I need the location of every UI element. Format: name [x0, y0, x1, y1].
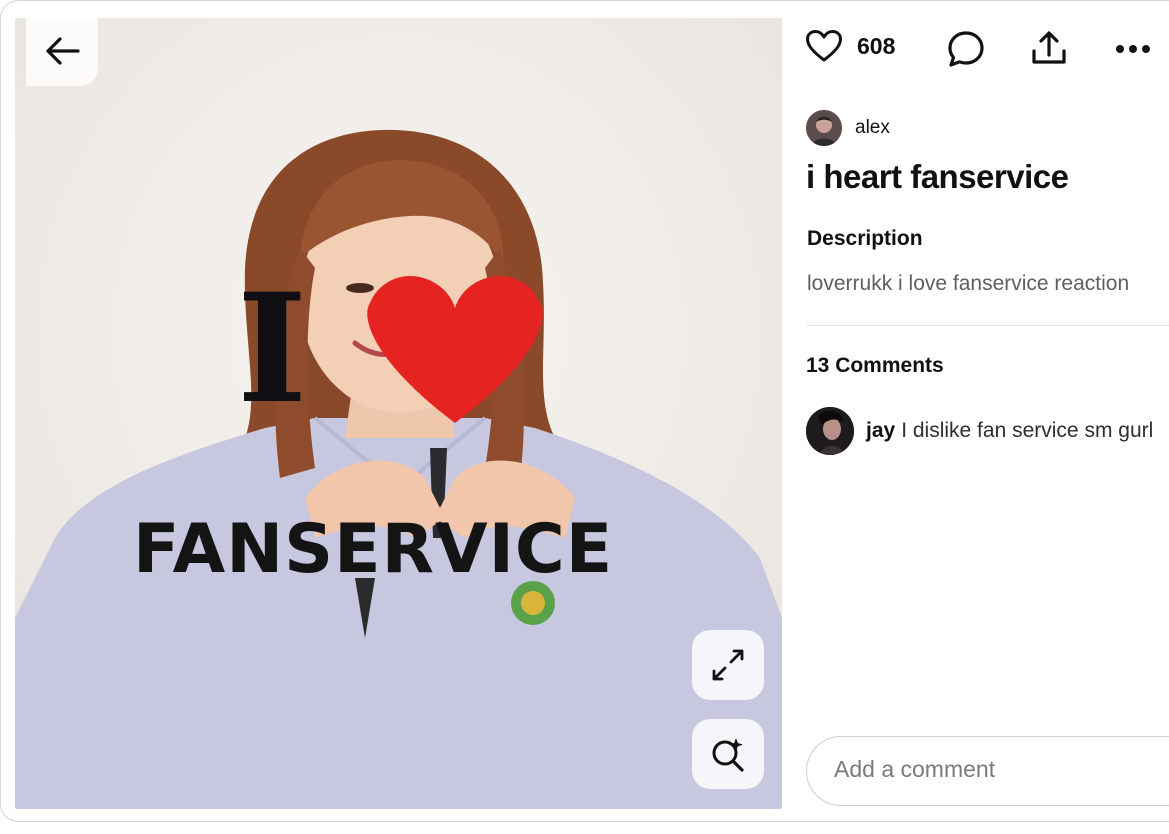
- author-name[interactable]: alex: [855, 117, 890, 139]
- more-dots-icon: [1116, 45, 1150, 53]
- like-count: 608: [857, 32, 896, 59]
- speech-bubble-icon: [948, 31, 984, 67]
- pin-title: i heart fanservice: [806, 158, 1069, 195]
- visual-search-button[interactable]: [692, 719, 764, 789]
- image-caption-i: I: [237, 261, 307, 437]
- expand-arrows-icon: [712, 649, 744, 681]
- pin-photo-illustration: [15, 18, 782, 809]
- heart-outline-icon: [806, 30, 842, 62]
- share-button[interactable]: [1029, 29, 1069, 69]
- arrow-left-icon: [46, 37, 80, 65]
- pin-image[interactable]: I FANSERVICE: [15, 18, 782, 809]
- description-text: loverrukk i love fanservice reaction: [807, 272, 1130, 295]
- expand-image-button[interactable]: [692, 630, 764, 700]
- pin-card: I FANSERVICE 608 alex i heart fanservice…: [0, 0, 1169, 822]
- comment-text: I dislike fan service sm gurl: [901, 419, 1154, 442]
- add-comment-field[interactable]: [806, 736, 1169, 806]
- image-caption-fanservice: FANSERVICE: [133, 510, 614, 589]
- commenter-avatar[interactable]: [806, 407, 854, 455]
- comment-username[interactable]: jay: [866, 419, 895, 443]
- more-options-button[interactable]: [1113, 39, 1153, 59]
- add-comment-input[interactable]: [832, 755, 1166, 784]
- section-divider: [806, 325, 1169, 326]
- share-upload-icon: [1032, 31, 1066, 64]
- back-button[interactable]: [26, 18, 98, 86]
- lens-sparkle-icon: [712, 738, 744, 772]
- pin-author[interactable]: alex: [806, 110, 890, 146]
- comment-item: jay I dislike fan service sm gurl: [806, 407, 1169, 455]
- like-button[interactable]: 608: [805, 29, 895, 63]
- author-avatar[interactable]: [806, 110, 842, 146]
- description-heading: Description: [807, 227, 923, 250]
- comment-button[interactable]: [946, 29, 986, 69]
- author-avatar-image: [806, 110, 842, 146]
- comments-heading[interactable]: 13 Comments: [806, 354, 944, 378]
- commenter-avatar-image: [806, 407, 854, 455]
